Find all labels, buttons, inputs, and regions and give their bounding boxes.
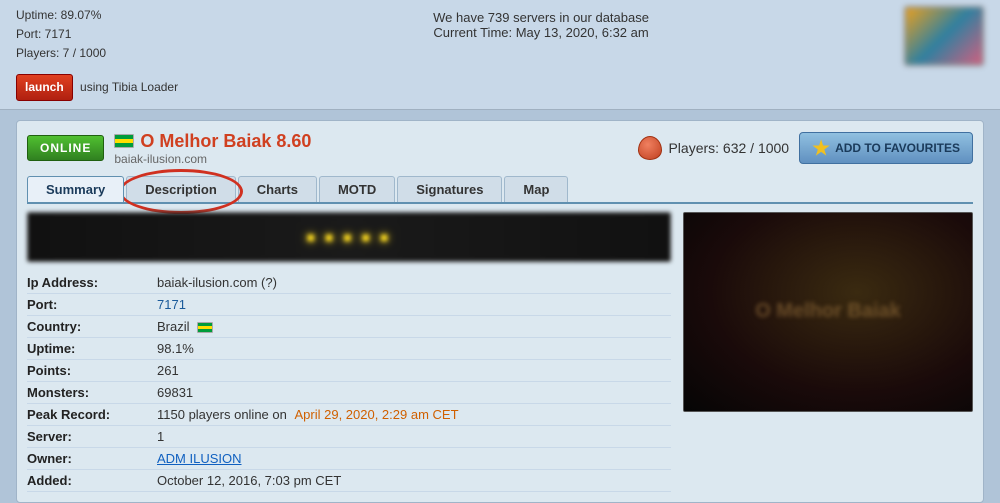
top-bar: Uptime: 89.07% Port: 7171 Players: 7 / 1… [0, 0, 1000, 110]
server-screenshot: O Melhor Baiak [683, 212, 973, 412]
added-value: October 12, 2016, 7:03 pm CET [157, 473, 341, 488]
uptime-value: 98.1% [157, 341, 194, 356]
tab-motd[interactable]: MOTD [319, 176, 395, 202]
info-row-port: Port: 7171 [27, 294, 671, 316]
launch-using-label: using Tibia Loader [80, 80, 178, 94]
players-block: Players: 632 / 1000 [638, 136, 789, 160]
server-name: O Melhor Baiak 8.60 [114, 131, 628, 152]
info-row-added: Added: October 12, 2016, 7:03 pm CET [27, 470, 671, 492]
info-row-monsters: Monsters: 69831 [27, 382, 671, 404]
server-banner: ■ ■ ■ ■ ■ [27, 212, 671, 262]
peak-label: Peak Record: [27, 407, 157, 422]
ip-value: baiak-ilusion.com (?) [157, 275, 277, 290]
online-badge: ONLINE [27, 135, 104, 161]
tabs-bar: Summary Description Charts MOTD Signatur… [27, 176, 973, 204]
country-flag-icon [197, 322, 213, 333]
ip-label: Ip Address: [27, 275, 157, 290]
add-to-favourites-button[interactable]: ADD TO FAVOURITES [799, 132, 973, 164]
info-table: Ip Address: baiak-ilusion.com (?) Port: … [27, 272, 671, 492]
server-header: ONLINE O Melhor Baiak 8.60 baiak-ilusion… [27, 131, 973, 166]
peak-value: 1150 players online on April 29, 2020, 2… [157, 407, 459, 422]
star-icon [812, 139, 830, 157]
uptime-quick: Uptime: 89.07% [16, 6, 178, 25]
tab-description[interactable]: Description [126, 176, 236, 202]
server-value: 1 [157, 429, 164, 444]
main-content: ONLINE O Melhor Baiak 8.60 baiak-ilusion… [16, 120, 984, 503]
content-area: ■ ■ ■ ■ ■ Ip Address: baiak-ilusion.com … [27, 204, 973, 492]
added-label: Added: [27, 473, 157, 488]
content-left: ■ ■ ■ ■ ■ Ip Address: baiak-ilusion.com … [27, 212, 671, 492]
players-quick: Players: 7 / 1000 [16, 44, 178, 63]
players-icon [638, 136, 662, 160]
db-info: We have 739 servers in our database Curr… [433, 10, 649, 40]
info-row-ip: Ip Address: baiak-ilusion.com (?) [27, 272, 671, 294]
players-count: Players: 632 / 1000 [668, 140, 789, 156]
owner-value[interactable]: ADM ILUSION [157, 451, 242, 466]
info-row-country: Country: Brazil [27, 316, 671, 338]
content-right: O Melhor Baiak [683, 212, 973, 492]
monsters-label: Monsters: [27, 385, 157, 400]
launch-button[interactable]: launch [16, 74, 73, 101]
peak-date: April 29, 2020, 2:29 am CET [294, 407, 458, 422]
tab-summary[interactable]: Summary [27, 176, 124, 202]
owner-label: Owner: [27, 451, 157, 466]
monsters-value: 69831 [157, 385, 193, 400]
points-label: Points: [27, 363, 157, 378]
tab-charts[interactable]: Charts [238, 176, 317, 202]
add-fav-label: ADD TO FAVOURITES [835, 141, 960, 155]
server-quick-info: Uptime: 89.07% Port: 7171 Players: 7 / 1… [16, 6, 178, 101]
current-time-text: Current Time: May 13, 2020, 6:32 am [433, 25, 649, 40]
info-row-owner: Owner: ADM ILUSION [27, 448, 671, 470]
banner-text: ■ ■ ■ ■ ■ [307, 229, 392, 245]
info-row-points: Points: 261 [27, 360, 671, 382]
country-value: Brazil [157, 319, 213, 334]
port-label: Port: [27, 297, 157, 312]
tab-map[interactable]: Map [504, 176, 568, 202]
port-value: 7171 [157, 297, 186, 312]
uptime-label: Uptime: [27, 341, 157, 356]
info-row-uptime: Uptime: 98.1% [27, 338, 671, 360]
server-label: Server: [27, 429, 157, 444]
info-row-peak: Peak Record: 1150 players online on Apri… [27, 404, 671, 426]
top-banner-image [904, 6, 984, 66]
points-value: 261 [157, 363, 179, 378]
info-row-server: Server: 1 [27, 426, 671, 448]
server-count-text: We have 739 servers in our database [433, 10, 649, 25]
server-title-block: O Melhor Baiak 8.60 baiak-ilusion.com [114, 131, 628, 166]
server-domain: baiak-ilusion.com [114, 152, 628, 166]
image-content: O Melhor Baiak [684, 213, 972, 411]
country-label: Country: [27, 319, 157, 334]
port-quick: Port: 7171 [16, 25, 178, 44]
brazil-flag-icon [114, 134, 134, 148]
tab-signatures[interactable]: Signatures [397, 176, 502, 202]
